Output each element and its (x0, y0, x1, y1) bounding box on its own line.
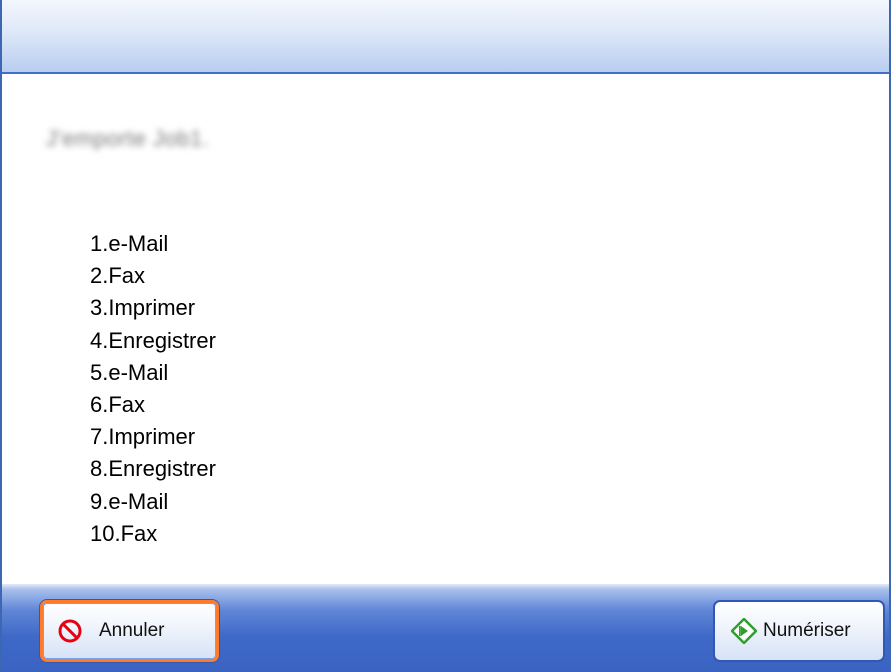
list-item: 3.Imprimer (90, 295, 196, 321)
header-bar (2, 0, 889, 74)
list-item: 10.Fax (90, 520, 158, 546)
footer-bar: Annuler Numériser (2, 584, 889, 672)
job-title: J'emporte Job1. (46, 126, 210, 151)
list-item: 2.Fax (90, 263, 146, 289)
no-entry-icon (57, 618, 83, 644)
job-item-list: 1.e-Mail 2.Fax 3.Imprimer 4.Enregistrer … (90, 228, 216, 550)
list-item: 7.Imprimer (90, 424, 196, 450)
start-diamond-icon (730, 617, 758, 645)
list-item: 5.e-Mail (90, 359, 169, 385)
scan-job-window: J'emporte Job1. 1.e-Mail 2.Fax 3.Imprime… (0, 0, 891, 672)
list-item: 4.Enregistrer (90, 327, 216, 353)
list-item: 8.Enregistrer (90, 456, 216, 482)
scan-button[interactable]: Numériser (713, 600, 885, 662)
list-item: 9.e-Mail (90, 488, 169, 514)
scan-button-label: Numériser (763, 620, 851, 641)
cancel-button-label: Annuler (99, 620, 165, 641)
list-item: 6.Fax (90, 391, 146, 417)
cancel-button[interactable]: Annuler (40, 600, 219, 662)
list-item: 1.e-Mail (90, 231, 169, 256)
